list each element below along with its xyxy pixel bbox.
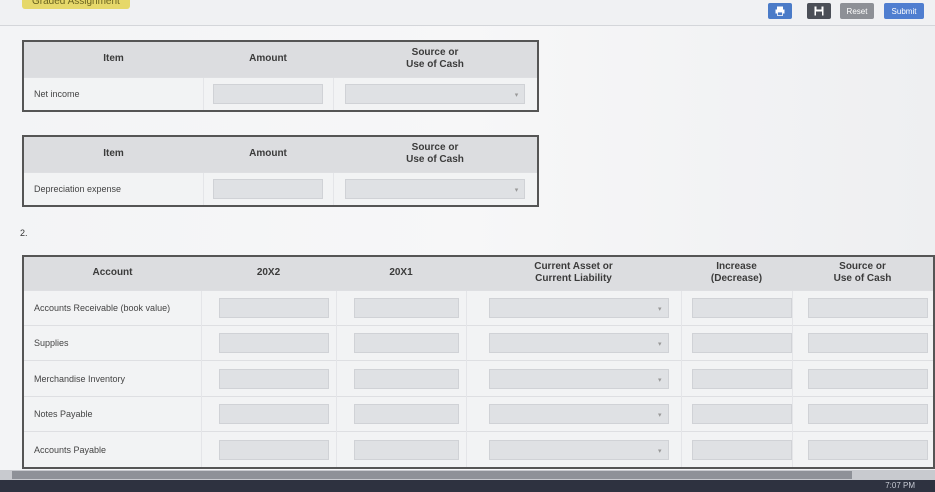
increase-decrease-input[interactable]: [691, 333, 792, 354]
header-increase-decrease: Increase (Decrease): [681, 256, 792, 290]
table-row: Accounts Receivable (book value) ▾: [23, 289, 934, 326]
printer-icon: [775, 6, 785, 16]
chevron-down-icon: ▾: [514, 186, 519, 194]
row-label: Accounts Receivable (book value): [23, 289, 201, 326]
reset-button[interactable]: Reset: [840, 3, 874, 19]
assignment-badge: Graded Assignment: [22, 0, 130, 9]
chevron-down-icon: ▾: [657, 305, 662, 313]
submit-button[interactable]: Submit: [884, 3, 924, 19]
increase-decrease-input[interactable]: [691, 439, 792, 460]
header-source-use: Source or Use of Cash: [792, 256, 934, 290]
chevron-down-icon: ▾: [657, 341, 662, 349]
20x2-input[interactable]: [218, 368, 329, 389]
amount-cell: [202, 76, 333, 111]
20x1-input[interactable]: [353, 368, 459, 389]
amount-input[interactable]: [213, 83, 323, 104]
table-row: Supplies ▾: [23, 324, 934, 361]
20x1-input[interactable]: [353, 439, 459, 460]
source-use-input[interactable]: [807, 439, 928, 460]
accounts-table: Account 20X2 20X1 Current Asset or Curre…: [22, 255, 935, 469]
20x1-input[interactable]: [353, 333, 459, 354]
header-account: Account: [23, 256, 201, 290]
20x2-input[interactable]: [218, 403, 329, 424]
table-row: Merchandise Inventory ▾: [23, 360, 934, 397]
source-cell: ▾: [332, 76, 538, 111]
floppy-disk-icon: [814, 6, 824, 16]
source-use-input[interactable]: [807, 297, 928, 318]
print-button[interactable]: [768, 3, 792, 19]
increase-decrease-input[interactable]: [691, 368, 792, 389]
header-amount: Amount: [203, 41, 333, 77]
row-label: Accounts Payable: [23, 431, 201, 468]
20x2-input[interactable]: [218, 439, 329, 460]
chevron-down-icon: ▾: [657, 376, 662, 384]
source-use-input[interactable]: [807, 403, 928, 424]
taskbar: 7:07 PM: [0, 480, 935, 492]
clock: 7:07 PM: [885, 481, 915, 490]
scrollbar-thumb[interactable]: [12, 471, 852, 479]
header-item: Item: [23, 136, 203, 172]
row-label: Notes Payable: [23, 395, 201, 432]
source-cell: ▾: [332, 171, 538, 206]
source-use-input[interactable]: [807, 368, 928, 389]
20x1-input[interactable]: [353, 297, 459, 318]
source-use-select[interactable]: ▾: [345, 178, 526, 199]
header-item: Item: [23, 41, 203, 77]
chevron-down-icon: ▾: [657, 411, 662, 419]
20x2-input[interactable]: [218, 333, 329, 354]
source-use-input[interactable]: [807, 333, 928, 354]
asset-liability-select[interactable]: ▾: [488, 403, 669, 424]
asset-liability-select[interactable]: ▾: [488, 368, 669, 389]
source-use-select[interactable]: ▾: [345, 83, 526, 104]
amount-input[interactable]: [213, 178, 323, 199]
asset-liability-select[interactable]: ▾: [488, 439, 669, 460]
row-label: Merchandise Inventory: [23, 360, 201, 397]
increase-decrease-input[interactable]: [691, 403, 792, 424]
row-label-net-income: Net income: [23, 76, 203, 111]
20x1-input[interactable]: [353, 403, 459, 424]
increase-decrease-input[interactable]: [691, 297, 792, 318]
chevron-down-icon: ▾: [657, 447, 662, 455]
save-button[interactable]: [807, 3, 831, 19]
net-income-table: Item Amount Source or Use of Cash Net in…: [22, 40, 539, 112]
section-2-label: 2.: [20, 228, 28, 238]
header-20x2: 20X2: [201, 256, 336, 290]
header-20x1: 20X1: [336, 256, 466, 290]
top-toolbar: Graded Assignment Reset Submit: [0, 0, 935, 26]
20x2-input[interactable]: [218, 297, 329, 318]
header-source-use: Source or Use of Cash: [333, 136, 538, 172]
table-row: Accounts Payable ▾: [23, 431, 934, 468]
amount-cell: [202, 171, 333, 206]
header-amount: Amount: [203, 136, 333, 172]
asset-liability-select[interactable]: ▾: [488, 297, 669, 318]
header-current-asset-liability: Current Asset or Current Liability: [466, 256, 681, 290]
row-label-depreciation: Depreciation expense: [23, 171, 203, 206]
asset-liability-select[interactable]: ▾: [488, 333, 669, 354]
row-label: Supplies: [23, 324, 201, 361]
depreciation-table: Item Amount Source or Use of Cash Deprec…: [22, 135, 539, 207]
table-row: Notes Payable ▾: [23, 395, 934, 432]
header-source-use: Source or Use of Cash: [333, 41, 538, 77]
chevron-down-icon: ▾: [514, 91, 519, 99]
